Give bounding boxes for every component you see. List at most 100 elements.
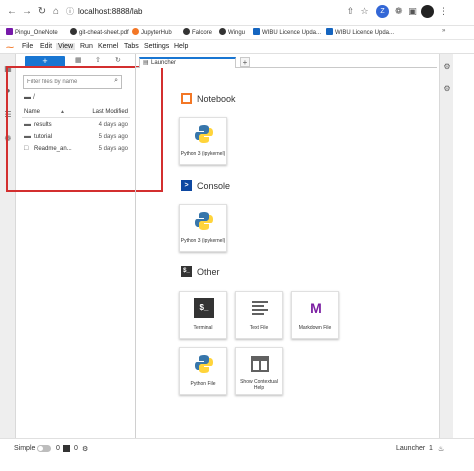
bookmarks-bar: Pingu_OneNote git-cheat-sheet.pdf Jupyte… <box>0 26 474 40</box>
toc-icon[interactable]: ☰ <box>3 110 13 120</box>
file-row-tutorial[interactable]: ▬ tutorial 5 days ago <box>22 132 130 144</box>
puzzle-icon[interactable]: ❁ <box>392 5 405 18</box>
terminal-icon: $_ <box>194 298 214 318</box>
debugger-icon[interactable]: ⚙ <box>442 84 452 94</box>
property-inspector-icon[interactable]: ⚙ <box>442 62 452 72</box>
share-icon[interactable]: ⇧ <box>344 5 357 18</box>
notebook-python3-card[interactable]: Python 3 (ipykernel) <box>179 117 227 165</box>
url-text: localhost:8888/lab <box>78 7 143 16</box>
search-icon: ⌕ <box>114 77 118 84</box>
card-label: Show Contextual Help <box>240 379 278 391</box>
running-icon[interactable]: ● <box>3 86 13 96</box>
simple-mode-toggle[interactable] <box>37 445 51 452</box>
terminal-status-icon[interactable] <box>63 445 70 452</box>
contextual-help-card[interactable]: Show Contextual Help <box>235 347 283 395</box>
menu-tabs[interactable]: Tabs <box>122 43 141 50</box>
page-count: 1 <box>429 445 433 452</box>
left-sidebar: ▦ ● ☰ ❁ <box>0 54 16 438</box>
back-arrow-icon[interactable]: ← <box>5 5 19 19</box>
text-file-card[interactable]: Text File <box>235 291 283 339</box>
card-label: Python 3 (ipykernel) <box>180 238 226 244</box>
markdown-icon: M <box>310 300 322 316</box>
terminal-card[interactable]: $_ Terminal <box>179 291 227 339</box>
reload-icon[interactable]: ↻ <box>35 5 49 19</box>
folder-icon: ▬ <box>24 121 31 128</box>
file-row-results[interactable]: ▬ results 4 days ago <box>22 120 130 132</box>
bookmark-wibu-2[interactable]: WIBU Licence Upda... <box>326 28 394 36</box>
other-section-title: Other <box>197 267 220 277</box>
github-icon <box>70 28 77 35</box>
folder-icon: ▬ <box>24 133 31 140</box>
github-icon <box>183 28 190 35</box>
menu-view[interactable]: View <box>56 43 76 50</box>
launcher-icon: ▤ <box>143 60 149 66</box>
upload-icon[interactable]: ⇧ <box>95 56 101 64</box>
menu-settings[interactable]: Settings <box>142 43 171 50</box>
breadcrumb[interactable]: ▬ / <box>24 94 35 101</box>
notification-bell-icon[interactable]: ♨ <box>438 445 444 453</box>
bookmark-wingu[interactable]: Wingu <box>219 28 245 36</box>
breadcrumb-root[interactable]: / <box>33 94 35 101</box>
notebook-section-title: Notebook <box>197 94 236 104</box>
avatar[interactable] <box>421 5 434 18</box>
menu-help[interactable]: Help <box>172 43 190 50</box>
column-name-header[interactable]: Name <box>24 109 40 115</box>
menu-file[interactable]: File <box>20 43 35 50</box>
kebab-menu-icon[interactable]: ⋮ <box>437 5 450 18</box>
tab-launcher[interactable]: ▤ Launcher <box>139 57 236 68</box>
status-launcher-label: Launcher <box>396 445 426 452</box>
gear-icon[interactable]: ⚙ <box>82 445 88 453</box>
terminal-count: 0 <box>56 445 60 452</box>
markdown-file-card[interactable]: M Markdown File <box>291 291 339 339</box>
star-icon[interactable]: ☆ <box>358 5 371 18</box>
card-label: Python File <box>190 381 216 387</box>
info-icon[interactable]: ⓘ <box>66 6 74 17</box>
window-icon[interactable]: ▣ <box>406 5 419 18</box>
more-bookmarks-icon[interactable]: » <box>442 28 445 34</box>
add-tab-button[interactable]: + <box>240 57 250 67</box>
file-list-header: Name ▲ Last Modified <box>22 108 130 118</box>
file-icon: □ <box>24 145 29 152</box>
console-section-icon: > <box>181 180 192 191</box>
file-name: results <box>34 122 52 128</box>
new-launcher-button[interactable]: + <box>25 56 65 67</box>
new-folder-icon[interactable]: ▦ <box>75 56 82 64</box>
other-section-icon: $_ <box>181 266 192 277</box>
filebrowser-toolbar: + ▦ ⇧ ↻ <box>17 56 133 68</box>
file-name: Readme_an... <box>34 146 72 152</box>
filter-files-field[interactable]: ⌕ <box>23 75 122 89</box>
bookmark-jupyterhub[interactable]: JupyterHub <box>132 28 172 36</box>
github-icon <box>219 28 226 35</box>
address-bar[interactable]: ⓘ localhost:8888/lab <box>62 4 372 21</box>
menu-run[interactable]: Run <box>78 43 95 50</box>
card-label: Text File <box>249 325 269 331</box>
menu-bar: ⁓ File Edit View Run Kernel Tabs Setting… <box>0 41 474 54</box>
jupyter-logo-icon: ⁓ <box>6 43 14 52</box>
wibu-icon <box>326 28 333 35</box>
extension-puzzle-icon[interactable]: ❁ <box>3 134 13 144</box>
bookmark-falcore[interactable]: Falcore <box>183 28 212 36</box>
folder-icon[interactable]: ▦ <box>3 64 13 74</box>
extension-z-icon[interactable]: Z <box>376 5 389 18</box>
bookmark-wibu-1[interactable]: WIBU Licence Upda... <box>253 28 321 36</box>
console-python3-card[interactable]: Python 3 (ipykernel) <box>179 204 227 252</box>
home-icon[interactable]: ⌂ <box>49 5 63 19</box>
column-modified-header[interactable]: Last Modified <box>92 109 128 115</box>
python-file-card[interactable]: Python File <box>179 347 227 395</box>
bookmark-pingu[interactable]: Pingu_OneNote <box>6 28 58 36</box>
tab-label: Launcher <box>151 60 177 66</box>
filter-files-input[interactable] <box>24 76 108 88</box>
simple-mode-label: Simple <box>14 445 36 452</box>
status-bar: Simple 0 0 ⚙ Launcher 1 ♨ <box>0 438 474 459</box>
bookmark-git-cheat-sheet[interactable]: git-cheat-sheet.pdf <box>70 28 129 36</box>
file-row-readme[interactable]: □ Readme_an... 5 days ago <box>22 144 130 156</box>
jupyter-icon <box>132 28 139 35</box>
console-section-title: Console <box>197 181 231 191</box>
file-modified: 4 days ago <box>98 122 128 128</box>
menu-kernel[interactable]: Kernel <box>96 43 120 50</box>
folder-icon: ▬ <box>24 94 31 101</box>
contextual-help-icon <box>251 356 269 372</box>
menu-edit[interactable]: Edit <box>38 43 54 50</box>
refresh-icon[interactable]: ↻ <box>115 56 121 64</box>
forward-arrow-icon[interactable]: → <box>20 5 34 19</box>
